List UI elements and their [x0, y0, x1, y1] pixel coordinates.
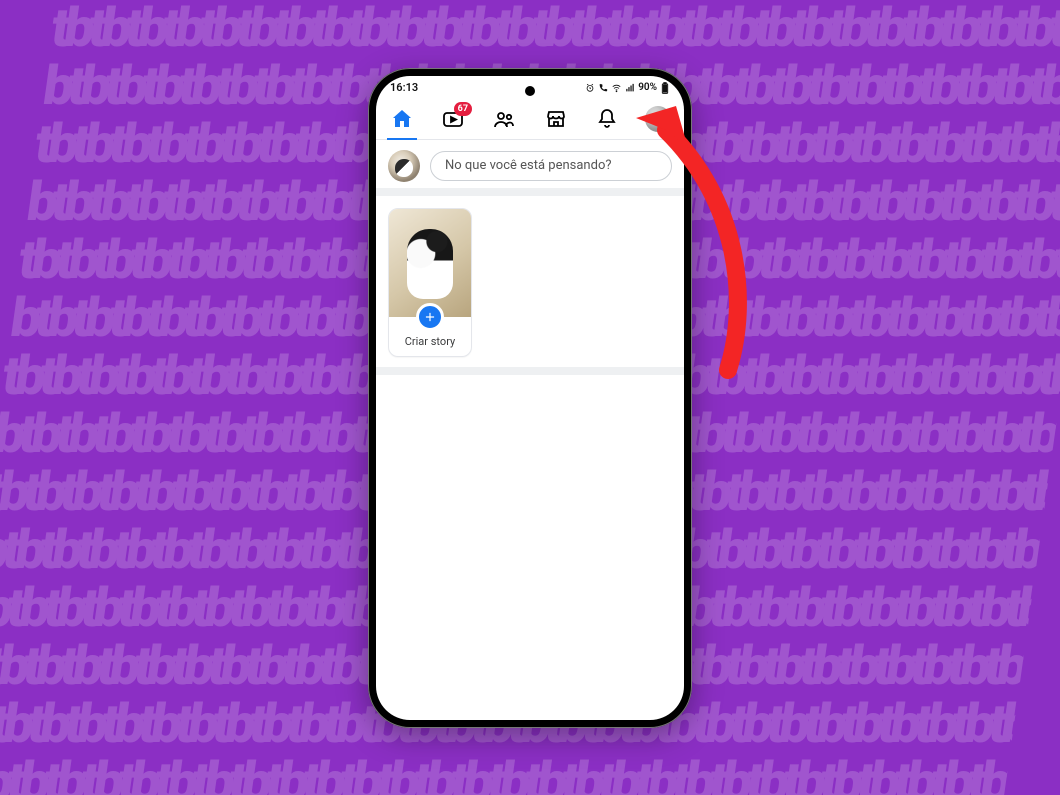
create-story-card[interactable]: Criar story [388, 208, 472, 357]
battery-icon [660, 82, 670, 94]
composer-input[interactable]: No que você está pensando? [430, 151, 672, 181]
phone-mockup: 16:13 90% [368, 68, 692, 728]
bell-icon [595, 107, 619, 131]
composer-avatar[interactable] [388, 150, 420, 182]
composer-row: No que você está pensando? [376, 140, 684, 188]
tab-notifications[interactable] [590, 99, 624, 139]
menu-avatar-icon [645, 106, 671, 132]
home-icon [390, 107, 414, 131]
tab-marketplace[interactable] [539, 99, 573, 139]
marketplace-icon [544, 107, 568, 131]
alarm-icon [585, 83, 595, 93]
create-story-plus-icon [416, 303, 444, 331]
groups-icon [492, 107, 516, 131]
signal-icon [625, 83, 635, 93]
camera-hole [525, 86, 535, 96]
tab-menu[interactable] [641, 99, 675, 139]
statusbar-time: 16:13 [390, 81, 418, 94]
separator [376, 188, 684, 196]
tab-watch[interactable]: 67 [436, 99, 470, 139]
tab-groups[interactable] [487, 99, 521, 139]
separator [376, 367, 684, 375]
wifi-icon [611, 83, 622, 93]
story-image-content [407, 229, 453, 299]
phone-ring-icon [598, 83, 608, 93]
phone-screen: 16:13 90% [376, 76, 684, 720]
top-tabs: 67 [376, 100, 684, 140]
statusbar-battery-text: 90% [638, 82, 657, 93]
story-thumbnail [389, 209, 471, 317]
watch-badge: 67 [454, 102, 472, 116]
story-strip: Criar story [376, 196, 684, 367]
tab-home[interactable] [385, 99, 419, 139]
